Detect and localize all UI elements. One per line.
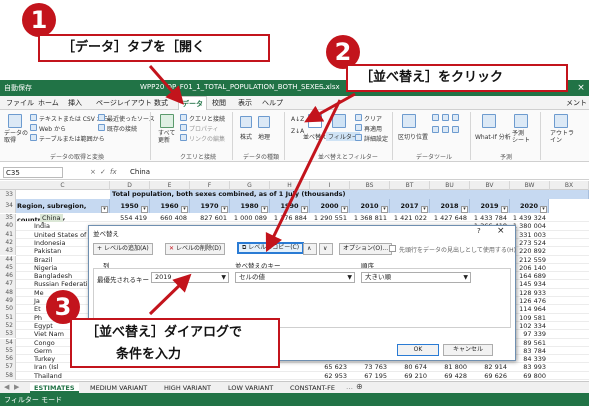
callout-box-2: ［並べ替え］をクリック	[346, 64, 568, 92]
callout-3-line-2: 条件を入力	[116, 347, 182, 362]
callout-3-line-1: ［並べ替え］ダイアログで	[86, 325, 243, 340]
callout-box-1: ［データ］タブを［開く	[38, 34, 270, 62]
arrow-2b	[265, 99, 342, 253]
callout-badge-1: 1	[22, 3, 56, 37]
callout-box-3: ［並べ替え］ダイアログで 条件を入力	[70, 318, 280, 368]
arrow-3	[148, 273, 192, 316]
arrow-1	[148, 65, 184, 105]
